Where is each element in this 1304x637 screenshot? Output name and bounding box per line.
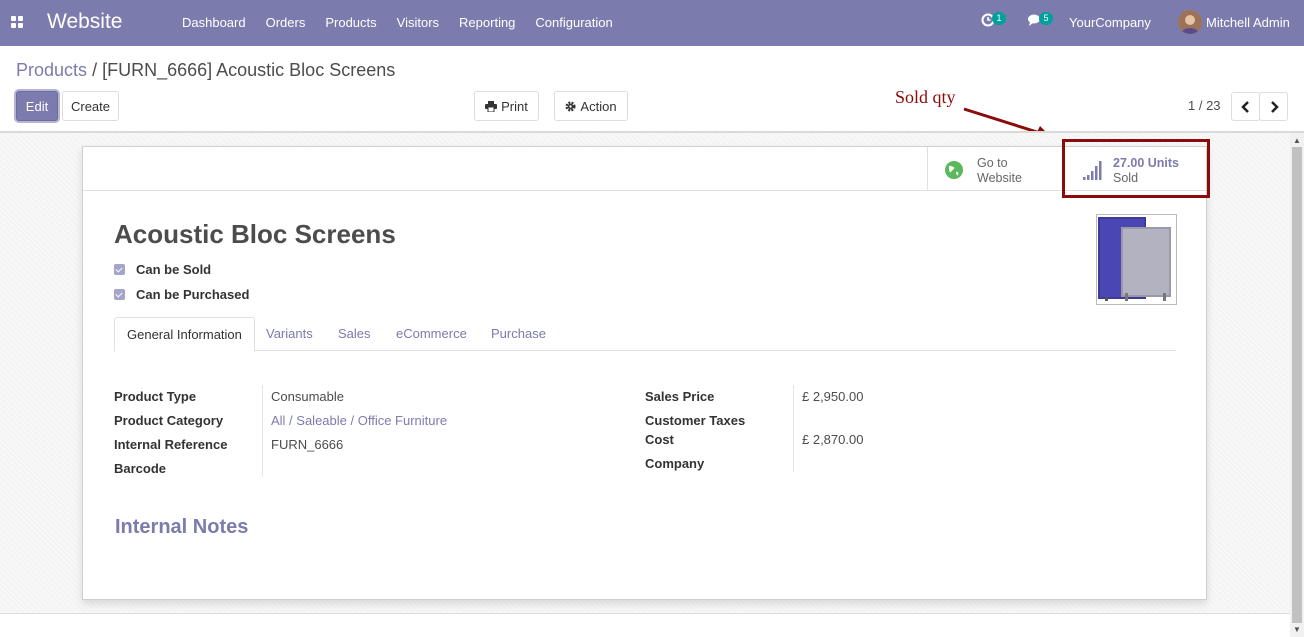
messages-badge: 5 [1039,12,1053,25]
chevron-left-icon [1240,100,1249,113]
pager-previous-button[interactable] [1231,92,1260,121]
customer-taxes-label: Customer Taxes [645,413,746,428]
can-be-purchased-checkbox[interactable] [114,289,125,300]
product-category-label: Product Category [114,413,224,428]
left-field-separator [262,385,263,477]
can-be-sold-row[interactable]: Can be Sold [114,262,211,277]
apps-menu-icon[interactable] [11,16,23,28]
go-to-website-line2: Website [977,171,1022,185]
tab-general-information[interactable]: General Information [114,317,255,352]
product-type-value[interactable]: Consumable [271,389,344,404]
right-field-separator [793,385,794,472]
gear-icon [565,100,576,112]
can-be-purchased-label: Can be Purchased [136,287,250,302]
menu-item-reporting[interactable]: Reporting [449,15,525,30]
menu-item-visitors[interactable]: Visitors [387,15,449,30]
menu-item-orders[interactable]: Orders [256,15,316,30]
form-scrollbar[interactable]: ▲ ▼ [1290,133,1304,637]
user-menu[interactable]: Mitchell Admin [1206,15,1290,30]
breadcrumb-products-link[interactable]: Products [16,60,87,80]
breadcrumb-separator: / [92,60,98,80]
tab-sales[interactable]: Sales [338,317,371,351]
activity-badge: 1 [992,12,1006,25]
barcode-label: Barcode [114,461,167,476]
print-label: Print [501,98,528,114]
breadcrumb: Products / [FURN_6666] Acoustic Bloc Scr… [16,60,395,81]
smart-button-box: Go to Website 27.00 Units Sold [83,147,1206,191]
go-to-website-label: Go to Website [977,156,1022,186]
footer-strip [0,613,1290,637]
print-button[interactable]: Print [474,91,539,121]
product-category-link[interactable]: All / Saleable / Office Furniture [271,413,447,428]
menu-item-dashboard[interactable]: Dashboard [172,15,256,30]
user-avatar[interactable] [1178,10,1202,34]
go-to-website-button[interactable]: Go to Website [927,147,1063,190]
annotation-label: Sold qty [895,87,956,107]
create-button[interactable]: Create [62,91,119,121]
go-to-website-line1: Go to [977,156,1008,170]
tab-ecommerce[interactable]: eCommerce [396,317,467,351]
tab-variants[interactable]: Variants [266,317,313,351]
scroll-up-arrow-icon[interactable]: ▲ [1293,136,1301,145]
scrollbar-thumb[interactable] [1292,147,1302,623]
printer-icon [485,100,498,112]
sales-price-value[interactable]: £ 2,950.00 [802,389,863,404]
cost-label: Cost [645,432,674,447]
internal-reference-value[interactable]: FURN_6666 [271,437,343,452]
pager-next-button[interactable] [1259,92,1288,121]
globe-icon [945,161,963,179]
internal-reference-label: Internal Reference [114,437,228,452]
edit-button[interactable]: Edit [16,91,58,121]
menu-item-configuration[interactable]: Configuration [525,15,622,30]
form-sheet: Go to Website 27.00 Units Sold Acoustic … [82,146,1207,600]
top-navbar: Website Dashboard Orders Products Visito… [0,0,1304,46]
scroll-down-arrow-icon[interactable]: ▼ [1293,625,1301,634]
menu-item-products[interactable]: Products [315,15,386,30]
product-type-label: Product Type [114,389,197,404]
internal-notes-title: Internal Notes [115,516,249,538]
product-name[interactable]: Acoustic Bloc Screens [114,219,396,250]
cost-value[interactable]: £ 2,870.00 [802,432,863,447]
sold-qty-highlight-box [1062,139,1210,198]
can-be-sold-label: Can be Sold [136,262,212,277]
can-be-sold-checkbox[interactable] [114,264,125,275]
company-switcher[interactable]: YourCompany [1069,15,1151,30]
chevron-right-icon [1270,100,1279,113]
action-button[interactable]: Action [554,91,628,121]
main-menu: Dashboard Orders Products Visitors Repor… [172,15,623,30]
action-label: Action [580,98,617,114]
breadcrumb-current: [FURN_6666] Acoustic Bloc Screens [102,60,396,80]
product-image[interactable] [1096,214,1177,305]
company-label: Company [645,456,705,471]
can-be-purchased-row[interactable]: Can be Purchased [114,287,249,302]
sales-price-label: Sales Price [645,389,715,404]
app-title[interactable]: Website [47,10,122,34]
tab-purchase[interactable]: Purchase [491,317,546,351]
pager-counter[interactable]: 1 / 23 [1188,98,1221,113]
notebook-tabs: General Information Variants Sales eComm… [114,317,1176,352]
